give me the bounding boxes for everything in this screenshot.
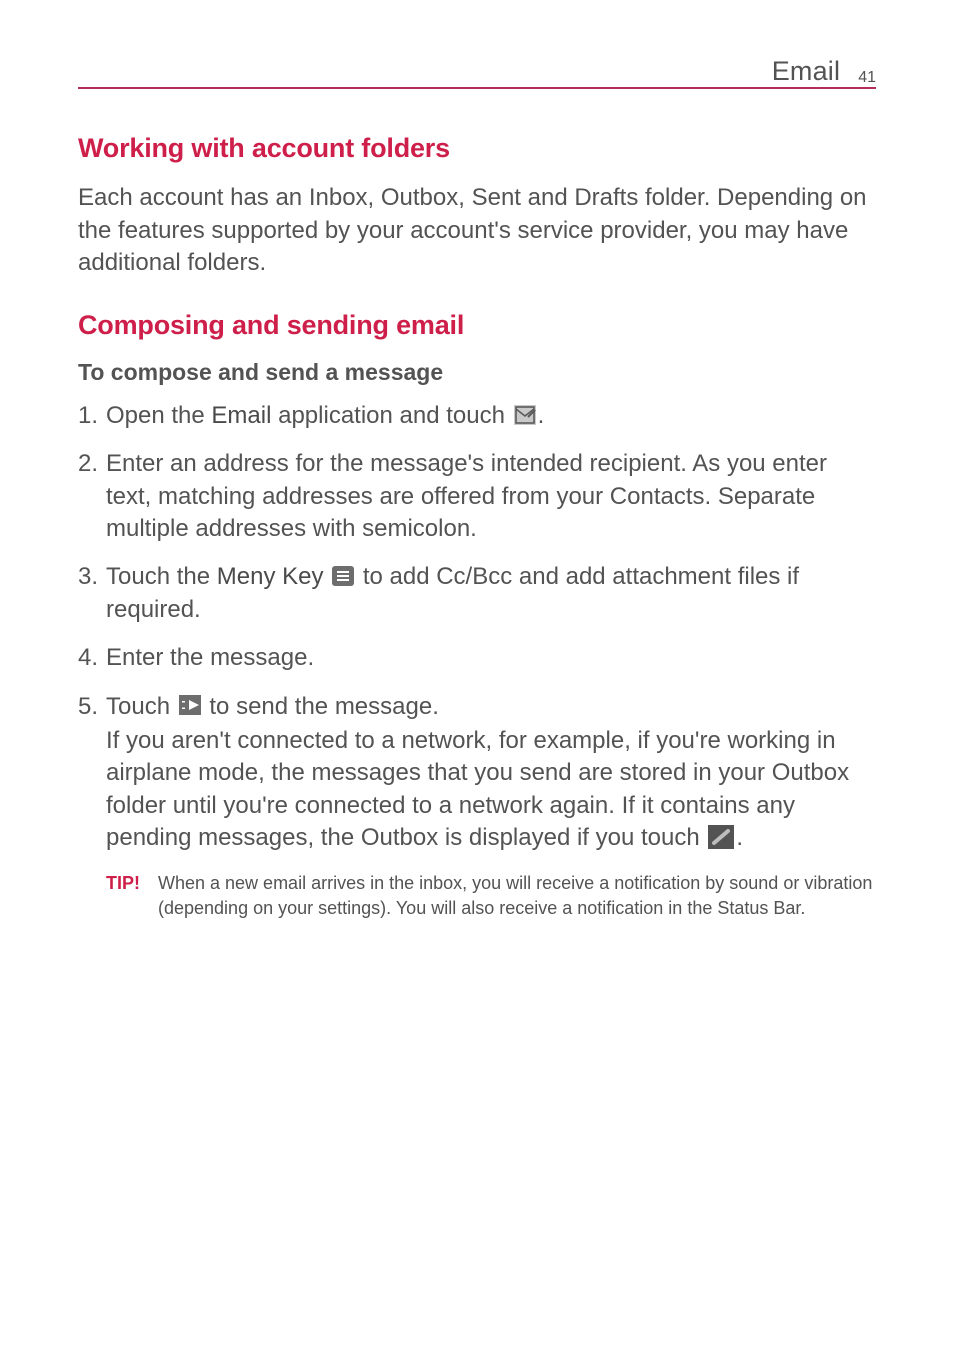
step-1-text-a: Open the: [106, 402, 211, 429]
page-container: Email 41 Working with account folders Ea…: [0, 0, 954, 922]
step-2: Enter an address for the message's inten…: [78, 448, 876, 545]
step-1-text-c: application and touch: [271, 402, 511, 429]
step-2-text: Enter an address for the message's inten…: [106, 450, 827, 542]
step-5-text-b: to send the message.: [203, 693, 439, 720]
outbox-icon: [708, 825, 734, 849]
step-1: Open the Email application and touch .: [78, 400, 876, 432]
subhead-compose-send: To compose and send a message: [78, 359, 876, 386]
menu-key-icon: [332, 566, 354, 586]
step-5: Touch to send the message. If you aren't…: [78, 691, 876, 855]
step-1-text-d: .: [538, 402, 545, 429]
tip-row: TIP! When a new email arrives in the inb…: [78, 871, 876, 922]
compose-icon: [514, 405, 536, 425]
section-composing: Composing and sending email To compose a…: [78, 310, 876, 922]
step-4-text: Enter the message.: [106, 644, 314, 671]
step-3-text-a: Touch the: [106, 563, 217, 590]
page-number: 41: [858, 69, 876, 87]
step-3-menykey-label: Meny Key: [217, 563, 324, 590]
step-3: Touch the Meny Key to add Cc/Bcc and add…: [78, 561, 876, 626]
step-5-followup: If you aren't connected to a network, fo…: [106, 725, 876, 855]
header-section-title: Email: [772, 56, 841, 87]
section-title-working-folders: Working with account folders: [78, 133, 876, 164]
section-body-working-folders: Each account has an Inbox, Outbox, Sent …: [78, 182, 876, 280]
page-header: Email 41: [78, 56, 876, 89]
section-title-composing: Composing and sending email: [78, 310, 876, 341]
tip-body: When a new email arrives in the inbox, y…: [158, 871, 876, 922]
send-icon: [179, 695, 201, 715]
step-5-text-d: .: [736, 824, 743, 851]
step-5-text-a: Touch: [106, 693, 177, 720]
step-4: Enter the message.: [78, 642, 876, 674]
tip-label: TIP!: [106, 871, 158, 896]
steps-list: Open the Email application and touch . E…: [78, 400, 876, 855]
section-working-folders: Working with account folders Each accoun…: [78, 133, 876, 280]
step-1-email-label: Email: [211, 402, 271, 429]
